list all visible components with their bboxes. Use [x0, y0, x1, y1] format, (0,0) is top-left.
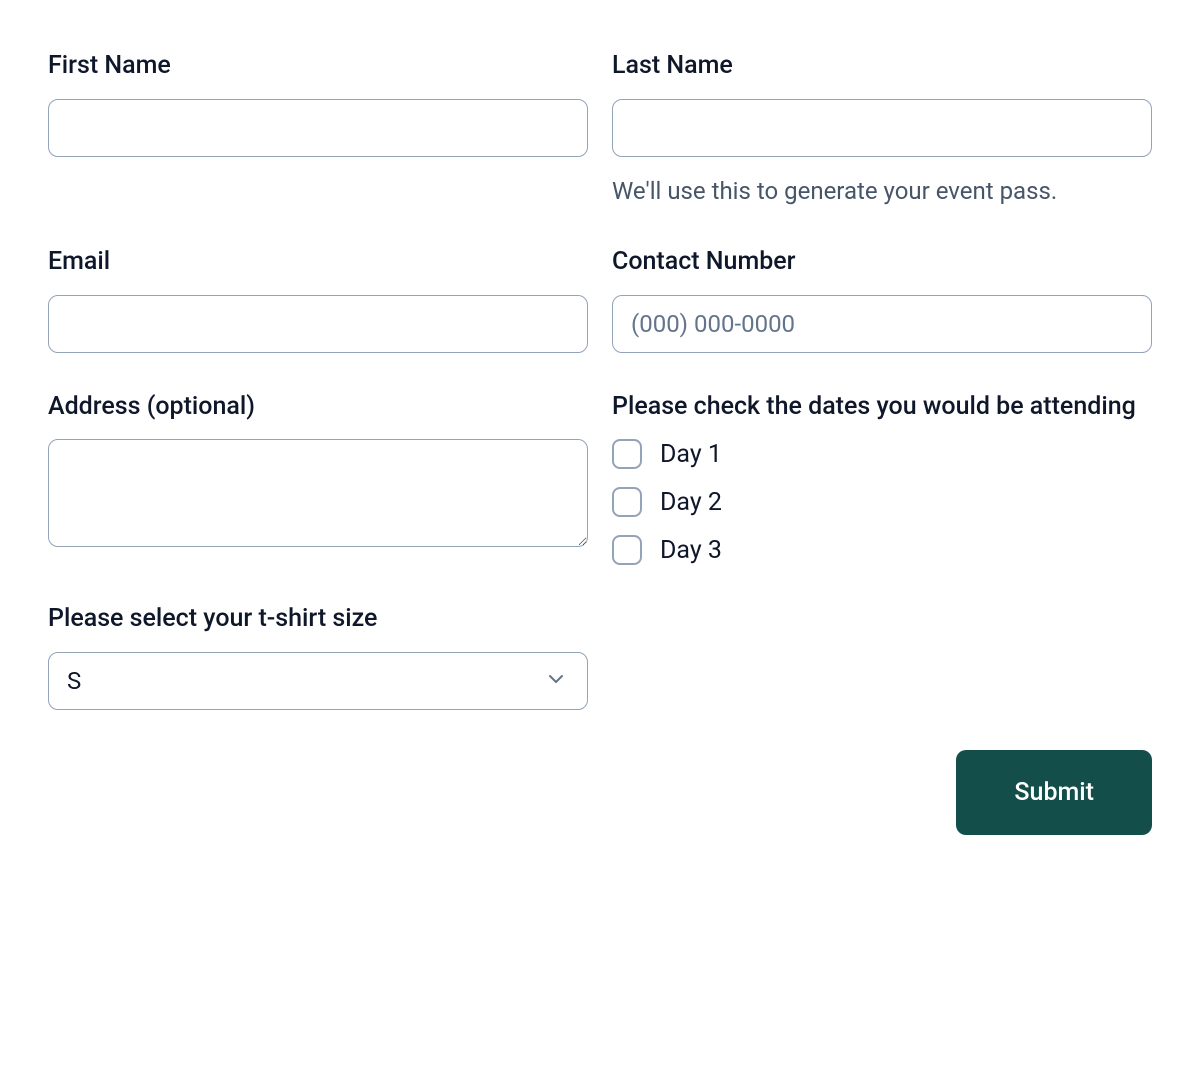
dates-option-day2[interactable]: Day 2 [612, 487, 1152, 517]
email-field: Email [48, 246, 588, 353]
dates-checkbox-day3[interactable] [612, 535, 642, 565]
event-registration-form: First Name Last Name We'll use this to g… [48, 50, 1152, 835]
shirt-select-wrap: S [48, 652, 588, 710]
address-input[interactable] [48, 439, 588, 547]
last-name-label: Last Name [612, 50, 1152, 83]
dates-checkbox-group: Day 1 Day 2 Day 3 [612, 439, 1152, 565]
email-input[interactable] [48, 295, 588, 353]
shirt-field: Please select your t-shirt size S [48, 603, 588, 710]
first-name-field: First Name [48, 50, 588, 208]
address-label: Address (optional) [48, 391, 588, 424]
dates-option-label: Day 1 [660, 440, 722, 469]
address-field: Address (optional) [48, 391, 588, 566]
dates-checkbox-day1[interactable] [612, 439, 642, 469]
first-name-label: First Name [48, 50, 588, 83]
phone-input[interactable] [612, 295, 1152, 353]
shirt-label: Please select your t-shirt size [48, 603, 588, 636]
shirt-select[interactable]: S [48, 652, 588, 710]
dates-option-label: Day 3 [660, 536, 722, 565]
last-name-help: We'll use this to generate your event pa… [612, 175, 1152, 209]
last-name-field: Last Name We'll use this to generate you… [612, 50, 1152, 208]
phone-label: Contact Number [612, 246, 1152, 279]
email-label: Email [48, 246, 588, 279]
first-name-input[interactable] [48, 99, 588, 157]
dates-field: Please check the dates you would be atte… [612, 391, 1152, 566]
dates-label: Please check the dates you would be atte… [612, 391, 1152, 424]
dates-option-day3[interactable]: Day 3 [612, 535, 1152, 565]
form-actions: Submit [48, 750, 1152, 835]
phone-field: Contact Number [612, 246, 1152, 353]
dates-checkbox-day2[interactable] [612, 487, 642, 517]
last-name-input[interactable] [612, 99, 1152, 157]
dates-option-day1[interactable]: Day 1 [612, 439, 1152, 469]
submit-button[interactable]: Submit [956, 750, 1152, 835]
dates-option-label: Day 2 [660, 488, 722, 517]
